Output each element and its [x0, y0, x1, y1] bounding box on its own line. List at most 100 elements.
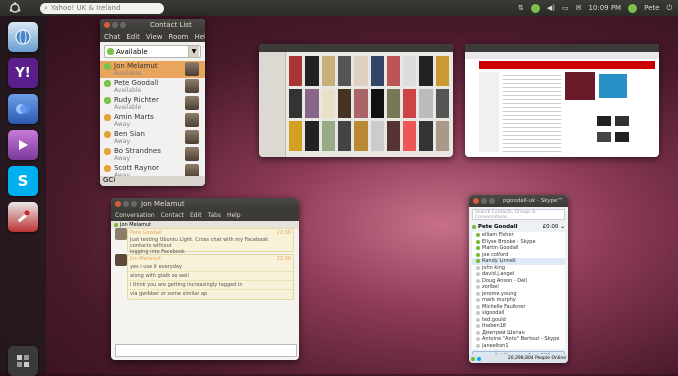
- launcher-tools-icon[interactable]: [8, 202, 38, 232]
- minimize-icon[interactable]: [112, 22, 118, 28]
- user-name[interactable]: Pete: [644, 4, 659, 12]
- album-cover[interactable]: [403, 121, 417, 151]
- minimize-icon[interactable]: [481, 198, 487, 204]
- album-cover[interactable]: [403, 56, 417, 86]
- album-cover[interactable]: [321, 88, 335, 119]
- chevron-down-icon[interactable]: ▼: [188, 46, 199, 57]
- chat-window[interactable]: Jon Melamut Conversation Contact Edit Ta…: [111, 198, 299, 360]
- album-cover[interactable]: [419, 56, 433, 86]
- album-cover[interactable]: [354, 88, 368, 119]
- album-cover[interactable]: [321, 121, 335, 151]
- volume-icon[interactable]: ◀): [547, 4, 555, 12]
- album-cover[interactable]: [419, 88, 433, 119]
- chat-message: Jon Melamut 22:09 yes i use it everyday …: [127, 254, 294, 300]
- album-cover[interactable]: [435, 56, 449, 86]
- menu-edit[interactable]: Edit: [190, 212, 202, 219]
- album-cover[interactable]: [337, 56, 352, 86]
- video-thumb: [615, 116, 629, 126]
- launcher-workspace-switcher-icon[interactable]: [8, 346, 38, 376]
- contact-list-titlebar[interactable]: Contact List: [100, 19, 205, 31]
- chat-titlebar[interactable]: Jon Melamut: [111, 198, 299, 210]
- menu-view[interactable]: View: [146, 33, 163, 41]
- album-cover[interactable]: [435, 121, 449, 151]
- skype-credit: £0.00: [542, 224, 559, 230]
- contact-row[interactable]: Jon Melamut Available: [100, 61, 205, 78]
- contact-row[interactable]: Bo Strandnes Away: [100, 146, 205, 163]
- chat-input[interactable]: [115, 344, 297, 357]
- dropdown-icon[interactable]: ⌄: [560, 224, 565, 230]
- skype-user: Pete Goodall: [478, 224, 518, 230]
- album-cover[interactable]: [354, 121, 368, 151]
- battery-icon[interactable]: ▭: [562, 4, 569, 12]
- contact-row[interactable]: Rudy Richter Available: [100, 95, 205, 112]
- chat-status-icon[interactable]: [530, 3, 540, 13]
- launcher-media-player-icon[interactable]: [8, 130, 38, 160]
- add-contact-icon[interactable]: [477, 356, 481, 361]
- album-cover[interactable]: [403, 88, 417, 119]
- close-icon[interactable]: [115, 201, 121, 207]
- search-input[interactable]: ⌕ Yahoo! UK & Ireland: [40, 2, 164, 14]
- menu-chat[interactable]: Chat: [104, 33, 120, 41]
- menu-room[interactable]: Room: [169, 33, 189, 41]
- launcher-yahoo-messenger-icon[interactable]: Y!: [8, 58, 38, 88]
- launcher-skype-icon[interactable]: S: [8, 166, 38, 196]
- contact-row[interactable]: Ben Sian Away: [100, 129, 205, 146]
- avatar: [185, 96, 199, 110]
- album-cover[interactable]: [419, 121, 433, 151]
- album-cover[interactable]: [305, 121, 319, 151]
- contact-row[interactable]: Pete Goodall Available: [100, 78, 205, 95]
- menu-help[interactable]: Help: [194, 33, 205, 41]
- browser-thumbnail[interactable]: [465, 44, 659, 157]
- message-line: yes i use it everyday: [128, 263, 293, 272]
- album-cover[interactable]: [289, 121, 303, 151]
- album-cover[interactable]: [386, 56, 401, 86]
- power-icon[interactable]: ⏻: [666, 4, 672, 13]
- skype-titlebar[interactable]: pgoodall-uk - Skype™: [469, 195, 568, 207]
- skype-window[interactable]: pgoodall-uk - Skype™ Search Contacts, Gr…: [469, 195, 568, 363]
- contact-list-window[interactable]: Contact List Chat Edit View Room Help Av…: [100, 19, 205, 186]
- album-cover[interactable]: [289, 56, 303, 86]
- status-select[interactable]: Available ▼: [104, 45, 201, 58]
- avatar: [185, 113, 199, 127]
- launcher-blue-app-icon[interactable]: [8, 94, 38, 124]
- network-icon[interactable]: ⇅: [518, 4, 524, 12]
- maximize-icon[interactable]: [489, 198, 495, 204]
- message-line: via gwibber or some similar ap: [130, 291, 208, 297]
- skype-contact-row[interactable]: janeelton1: [472, 343, 565, 350]
- ubuntu-logo-icon[interactable]: [0, 0, 30, 16]
- album-cover[interactable]: [386, 121, 401, 151]
- album-cover[interactable]: [337, 121, 352, 151]
- album-cover[interactable]: [354, 56, 368, 86]
- menu-conversation[interactable]: Conversation: [115, 212, 155, 219]
- skype-search-input[interactable]: Search Contacts, Groups & Conversations: [472, 209, 565, 220]
- maximize-icon[interactable]: [131, 201, 137, 207]
- clock[interactable]: 10:09 PM: [588, 4, 621, 12]
- maximize-icon[interactable]: [120, 22, 126, 28]
- menu-help[interactable]: Help: [227, 212, 241, 219]
- album-cover[interactable]: [370, 88, 384, 119]
- menu-tabs[interactable]: Tabs: [208, 212, 221, 219]
- minimize-icon[interactable]: [123, 201, 129, 207]
- skype-status-icon[interactable]: [471, 356, 475, 361]
- online-count: 20,298,804 People Online: [507, 356, 566, 361]
- album-cover[interactable]: [370, 121, 384, 151]
- close-icon[interactable]: [104, 22, 110, 28]
- message-line: i think you are getting increasingly tag…: [128, 281, 293, 290]
- album-cover[interactable]: [435, 88, 449, 119]
- album-cover[interactable]: [289, 88, 303, 119]
- skype-profile-bar[interactable]: Pete Goodall £0.00 ⌄: [469, 222, 568, 232]
- skype-contact-row[interactable]: Antoine "Anto" Bertout - Skype: [472, 336, 565, 343]
- mail-icon[interactable]: ✉: [576, 4, 582, 12]
- music-player-thumbnail[interactable]: [259, 44, 453, 157]
- menu-contact[interactable]: Contact: [161, 212, 184, 219]
- album-cover[interactable]: [305, 88, 319, 119]
- launcher-chat-globe-icon[interactable]: [8, 22, 38, 52]
- menu-edit[interactable]: Edit: [126, 33, 140, 41]
- album-cover[interactable]: [305, 56, 319, 86]
- album-cover[interactable]: [386, 88, 401, 119]
- contact-row[interactable]: Amin Marts Away: [100, 112, 205, 129]
- album-cover[interactable]: [337, 88, 352, 119]
- close-icon[interactable]: [473, 198, 479, 204]
- album-cover[interactable]: [370, 56, 384, 86]
- album-cover[interactable]: [321, 56, 335, 86]
